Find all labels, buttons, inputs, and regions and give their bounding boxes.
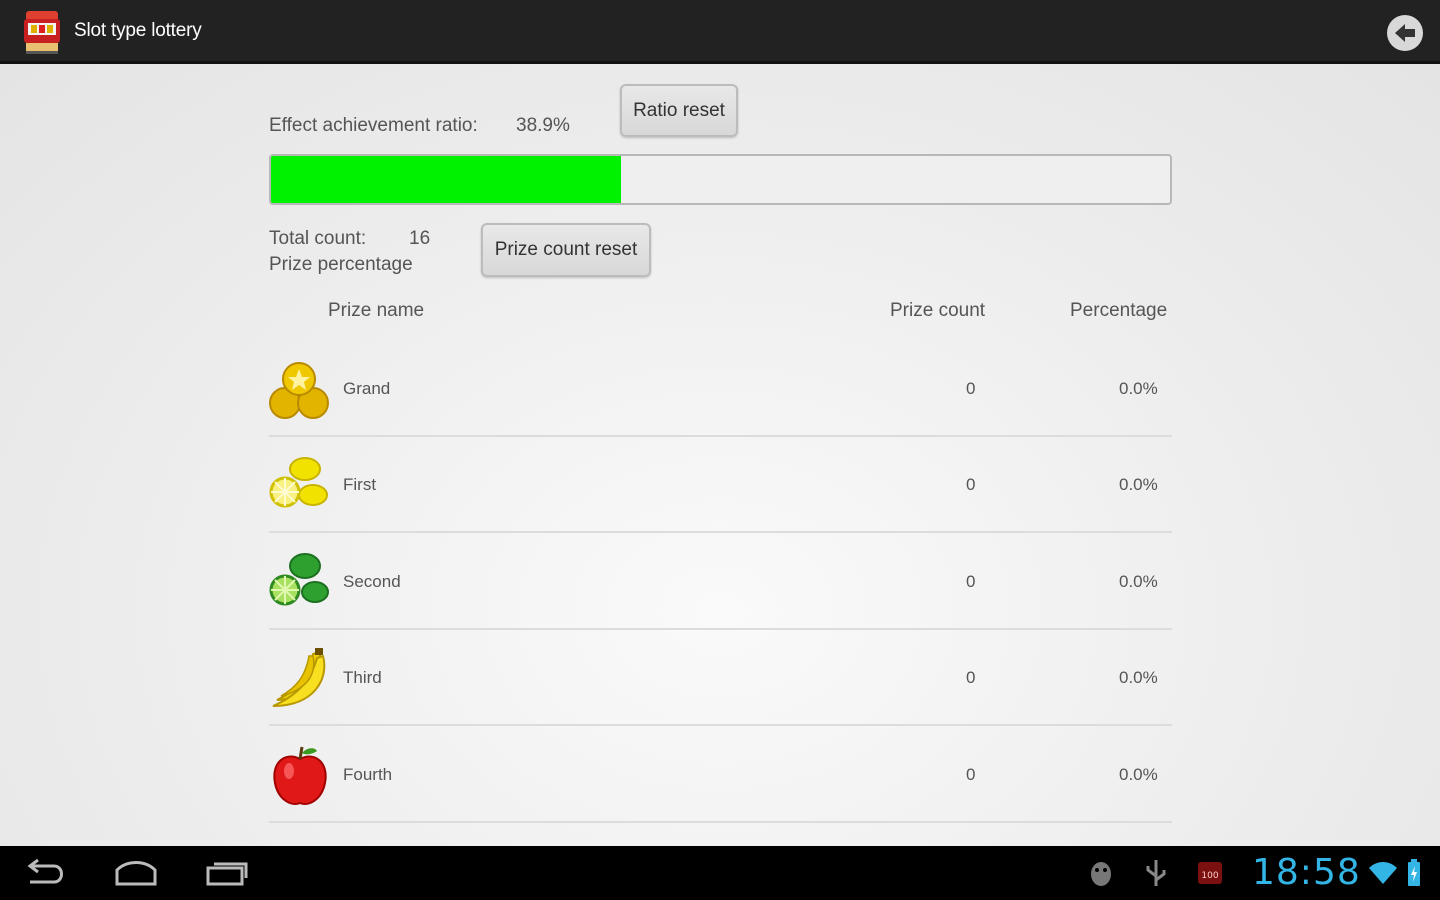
banana-icon xyxy=(269,648,331,710)
lemon-icon xyxy=(269,455,331,517)
prize-row-fourth: Fourth 0 0.0% xyxy=(269,727,1172,823)
header-prize-name: Prize name xyxy=(328,300,425,321)
prize-count-reset-button[interactable]: Prize count reset xyxy=(481,223,651,277)
android-debug-icon xyxy=(1088,858,1114,888)
prize-count: 0 xyxy=(966,572,976,591)
prize-percentage: 0.0% xyxy=(1119,572,1158,591)
prize-percentage: 0.0% xyxy=(1119,475,1158,494)
ratio-label: Effect achievement ratio: xyxy=(269,115,478,136)
badge-text: 100 xyxy=(1201,871,1218,881)
prize-name: Second xyxy=(343,572,401,591)
app-title: Slot type lottery xyxy=(74,19,202,41)
ratio-value: 38.9% xyxy=(516,115,570,136)
prize-percentage: 0.0% xyxy=(1119,668,1158,687)
prize-count: 0 xyxy=(966,379,976,398)
progress-fill xyxy=(271,156,621,203)
usb-icon xyxy=(1144,858,1168,888)
prize-row-first: First 0 0.0% xyxy=(269,437,1172,533)
prize-percentage-label: Prize percentage xyxy=(269,254,413,275)
gold-coins-icon xyxy=(269,359,331,421)
clock: 18:58 xyxy=(1252,852,1361,893)
prize-count: 0 xyxy=(966,765,976,784)
prize-row-third: Third 0 0.0% xyxy=(269,630,1172,726)
system-navigation-bar: 100 18:58 xyxy=(0,846,1440,900)
lime-icon xyxy=(269,552,331,614)
total-count-value: 16 xyxy=(409,228,431,249)
notification-badge-icon: 100 xyxy=(1196,858,1224,888)
prize-name: First xyxy=(343,475,377,494)
prize-row-grand: Grand 0 0.0% xyxy=(269,341,1172,437)
prize-count: 0 xyxy=(966,668,976,687)
prize-percentage: 0.0% xyxy=(1119,765,1158,784)
back-icon[interactable] xyxy=(24,858,68,888)
home-icon[interactable] xyxy=(113,858,159,888)
back-arrow-icon[interactable] xyxy=(1386,14,1424,52)
prize-count: 0 xyxy=(966,475,976,494)
prize-name: Grand xyxy=(343,379,391,398)
battery-icon xyxy=(1404,858,1424,888)
total-count-label: Total count: xyxy=(269,228,367,249)
prize-name: Third xyxy=(343,668,382,687)
action-bar: Slot type lottery xyxy=(0,0,1440,64)
achievement-progress-bar xyxy=(269,154,1172,205)
header-percentage: Percentage xyxy=(1070,300,1168,321)
apple-icon xyxy=(269,745,331,807)
ratio-reset-button[interactable]: Ratio reset xyxy=(620,84,738,137)
prize-row-second: Second 0 0.0% xyxy=(269,534,1172,630)
header-prize-count: Prize count xyxy=(890,300,986,321)
slot-machine-icon[interactable] xyxy=(22,7,62,55)
wifi-icon xyxy=(1368,858,1398,888)
recent-apps-icon[interactable] xyxy=(204,858,250,888)
prize-percentage: 0.0% xyxy=(1119,379,1158,398)
main-content: Effect achievement ratio: 38.9% Ratio re… xyxy=(0,64,1440,846)
prize-name: Fourth xyxy=(343,765,393,784)
